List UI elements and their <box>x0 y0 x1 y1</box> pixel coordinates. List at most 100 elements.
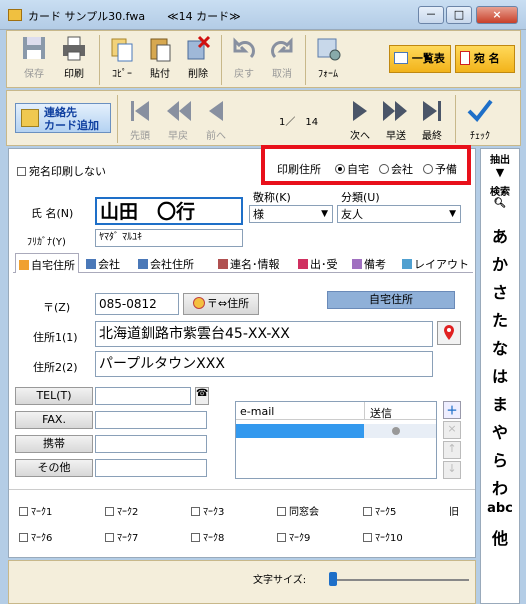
kana-na[interactable]: な <box>481 335 519 359</box>
kana-ra[interactable]: ら <box>481 447 519 471</box>
email-row-selected[interactable] <box>236 424 364 438</box>
close-button[interactable]: × <box>476 6 518 24</box>
search-button[interactable]: 検索 🔍︎ <box>481 183 519 209</box>
mark-10-checkbox[interactable]: ﾏｰｸ10 <box>363 529 403 544</box>
name-input[interactable]: 山田 〇行 <box>95 197 243 225</box>
tab-sent-received[interactable]: 出･受 <box>295 253 341 273</box>
kana-ya[interactable]: や <box>481 419 519 443</box>
save-button[interactable]: 保存 <box>17 35 51 80</box>
mobile-label-button[interactable]: 携帯 <box>15 435 93 453</box>
tab-layout[interactable]: レイアウト <box>399 253 472 273</box>
send-cell[interactable] <box>364 424 436 438</box>
check-button[interactable]: ﾁｪｯｸ <box>463 97 497 142</box>
add-email-icon[interactable]: ＋ <box>443 401 461 419</box>
list-view-button[interactable]: 一覧表 <box>389 45 451 73</box>
furigana-label: ﾌﾘｶﾞﾅ(Y) <box>27 237 66 248</box>
map-pin-button[interactable] <box>437 321 461 345</box>
mark-5-checkbox[interactable]: ﾏｰｸ5 <box>363 503 396 518</box>
address1-label: 住所1(1) <box>33 331 78 344</box>
list-icon <box>394 52 408 64</box>
previous-button[interactable]: 前へ <box>199 97 233 142</box>
people-icon <box>218 259 228 269</box>
delete-button[interactable]: 削除 <box>181 35 215 80</box>
addressee-view-button[interactable]: 宛 名 <box>455 45 515 73</box>
kana-sa[interactable]: さ <box>481 279 519 303</box>
address1-input[interactable]: 北海道釧路市紫雲台45-XX-XX <box>95 321 433 347</box>
print-button[interactable]: 印刷 <box>57 35 91 80</box>
kana-ka[interactable]: か <box>481 251 519 275</box>
move-up-icon[interactable]: ↑ <box>443 441 461 459</box>
title-bar: カード サンプル30.fwa ≪14 カード≫ － □ × <box>0 0 526 30</box>
mark-7-checkbox[interactable]: ﾏｰｸ7 <box>105 529 138 544</box>
first-record-button[interactable]: 先頭 <box>123 97 157 142</box>
map-pin-icon <box>444 325 454 340</box>
app-icon <box>8 9 22 21</box>
move-down-icon[interactable]: ↓ <box>443 461 461 479</box>
font-size-slider-track[interactable] <box>329 579 469 581</box>
copy-button[interactable]: ｺﾋﾟｰ <box>105 35 139 80</box>
building-icon <box>86 259 96 269</box>
fast-back-button[interactable]: 早戻 <box>161 97 195 142</box>
tab-home-address[interactable]: 自宅住所 <box>15 253 79 273</box>
tab-joint-names-info[interactable]: 連名･情報 <box>215 253 283 273</box>
mark-alumni-checkbox[interactable]: 同窓会 <box>277 503 319 518</box>
furigana-input[interactable]: ﾔﾏﾀﾞ ﾏﾙﾕｷ <box>95 229 243 247</box>
print-address-label: 印刷住所 <box>277 163 321 176</box>
index-other[interactable]: 他 <box>481 525 519 549</box>
remove-email-icon[interactable]: × <box>443 421 461 439</box>
other-input[interactable] <box>95 459 207 477</box>
address2-input[interactable]: パープルタウンXXX <box>95 351 433 377</box>
print-address-spare-radio[interactable]: 予備 <box>423 161 457 177</box>
mark-6-checkbox[interactable]: ﾏｰｸ6 <box>19 529 52 544</box>
form-button[interactable]: ﾌｫｰﾑ <box>310 35 346 80</box>
last-record-button[interactable]: 最終 <box>415 97 449 142</box>
zip-input[interactable]: 085-0812 <box>95 293 179 315</box>
tab-company-address[interactable]: 会社住所 <box>135 253 197 273</box>
mark-3-checkbox[interactable]: ﾏｰｸ3 <box>191 503 224 518</box>
maximize-button[interactable]: □ <box>446 6 472 24</box>
undo-button[interactable]: 戻す <box>227 35 261 80</box>
delete-card-icon <box>187 35 211 60</box>
tab-company[interactable]: 会社 <box>83 253 123 273</box>
email-table: e-mail 送信 <box>235 401 437 479</box>
printer-icon <box>63 36 85 61</box>
previous-icon <box>209 101 223 121</box>
index-abc[interactable]: abc <box>481 501 519 516</box>
kana-a[interactable]: あ <box>481 223 519 247</box>
copy-icon <box>111 38 133 62</box>
add-contact-card-button[interactable]: 連絡先 カード追加 <box>15 103 111 133</box>
extract-button[interactable]: 抽出 ▼ <box>481 151 519 179</box>
fax-input[interactable] <box>95 411 207 429</box>
cancel-button[interactable]: 取消 <box>265 35 299 80</box>
phone-icon[interactable]: ☎ <box>195 387 209 405</box>
next-button[interactable]: 次へ <box>343 97 377 142</box>
window-title: カード サンプル30.fwa ≪14 カード≫ <box>28 10 241 23</box>
honorific-select[interactable]: 様 ▼ <box>249 205 333 223</box>
kana-ta[interactable]: た <box>481 307 519 331</box>
print-address-home-radio[interactable]: 自宅 <box>335 161 369 177</box>
other-label-button[interactable]: その他 <box>15 459 93 477</box>
print-address-company-radio[interactable]: 会社 <box>379 161 413 177</box>
no-addressee-print-checkbox[interactable]: 宛名印刷しない <box>17 163 106 179</box>
tab-notes[interactable]: 備考 <box>349 253 389 273</box>
address-section-header: 自宅住所 <box>327 291 455 309</box>
tel-input[interactable] <box>95 387 191 405</box>
kana-wa[interactable]: わ <box>481 475 519 499</box>
address2-label: 住所2(2) <box>33 361 78 374</box>
fast-forward-button[interactable]: 早送 <box>379 97 413 142</box>
mark-9-checkbox[interactable]: ﾏｰｸ9 <box>277 529 310 544</box>
mark-2-checkbox[interactable]: ﾏｰｸ2 <box>105 503 138 518</box>
kana-ma[interactable]: ま <box>481 391 519 415</box>
mobile-input[interactable] <box>95 435 207 453</box>
mark-1-checkbox[interactable]: ﾏｰｸ1 <box>19 503 52 518</box>
kana-ha[interactable]: は <box>481 363 519 387</box>
font-size-slider-thumb[interactable] <box>329 572 337 586</box>
mark-8-checkbox[interactable]: ﾏｰｸ8 <box>191 529 224 544</box>
tel-label-button[interactable]: TEL(T) <box>15 387 93 405</box>
fax-label-button[interactable]: FAX. <box>15 411 93 429</box>
postcard-icon <box>460 51 470 65</box>
minimize-button[interactable]: － <box>418 6 444 24</box>
paste-button[interactable]: 貼付 <box>143 35 177 80</box>
zip-address-convert-button[interactable]: 〒⇔住所 <box>183 293 259 315</box>
category-select[interactable]: 友人 ▼ <box>337 205 461 223</box>
